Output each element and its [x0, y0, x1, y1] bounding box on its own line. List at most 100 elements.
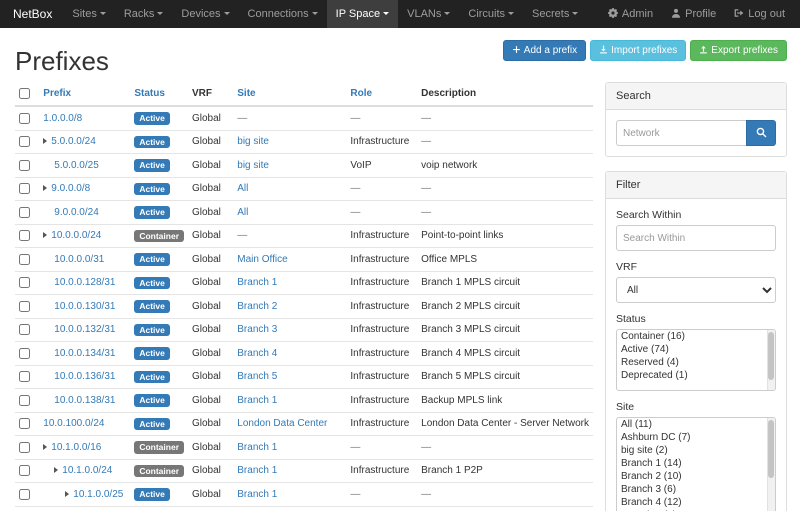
- prefix-link[interactable]: 10.0.0.0/31: [54, 254, 104, 265]
- filter-option[interactable]: All (11): [617, 418, 775, 431]
- site-link[interactable]: London Data Center: [237, 418, 327, 429]
- column-header-role[interactable]: Role: [346, 82, 417, 106]
- prefix-link[interactable]: 10.0.0.132/31: [54, 324, 115, 335]
- search-within-input[interactable]: [616, 225, 776, 251]
- prefix-link[interactable]: 10.0.0.0/24: [51, 230, 101, 241]
- nav-item-secrets[interactable]: Secrets: [523, 0, 587, 28]
- nav-item-connections[interactable]: Connections: [239, 0, 327, 28]
- prefix-link[interactable]: 10.1.0.0/25: [73, 489, 123, 500]
- prefix-link[interactable]: 10.1.0.0/16: [51, 442, 101, 453]
- row-checkbox[interactable]: [19, 183, 30, 194]
- prefix-link[interactable]: 5.0.0.0/24: [51, 136, 95, 147]
- column-header-prefix[interactable]: Prefix: [39, 82, 130, 106]
- prefix-link[interactable]: 10.1.0.0/24: [62, 465, 112, 476]
- nav-item-admin[interactable]: Admin: [599, 0, 662, 28]
- prefix-link[interactable]: 10.0.0.128/31: [54, 277, 115, 288]
- filter-option[interactable]: Branch 1 (14): [617, 457, 775, 470]
- row-checkbox[interactable]: [19, 207, 30, 218]
- site-link[interactable]: Branch 1: [237, 395, 277, 406]
- row-checkbox[interactable]: [19, 136, 30, 147]
- row-checkbox[interactable]: [19, 395, 30, 406]
- site-link[interactable]: Branch 1: [237, 277, 277, 288]
- nav-item-devices[interactable]: Devices: [172, 0, 238, 28]
- vrf-cell: Global: [188, 365, 233, 389]
- status-badge: Active: [134, 324, 170, 337]
- site-link[interactable]: Main Office: [237, 254, 287, 265]
- role-cell: Infrastructure: [346, 130, 417, 154]
- search-button[interactable]: [746, 120, 776, 146]
- row-checkbox[interactable]: [19, 324, 30, 335]
- role-cell: Infrastructure: [346, 365, 417, 389]
- prefix-link[interactable]: 9.0.0.0/8: [51, 183, 90, 194]
- vrf-select[interactable]: All: [616, 277, 776, 303]
- filter-option[interactable]: Container (16): [617, 330, 775, 343]
- filter-option[interactable]: big site (2): [617, 444, 775, 457]
- nav-item-vlans[interactable]: VLANs: [398, 0, 459, 28]
- export-prefixes-button[interactable]: Export prefixes: [690, 40, 787, 61]
- site-link[interactable]: Branch 1: [237, 465, 277, 476]
- row-checkbox[interactable]: [19, 230, 30, 241]
- site-link[interactable]: All: [237, 207, 248, 218]
- vrf-cell: Global: [188, 177, 233, 201]
- filter-option[interactable]: Branch 4 (12): [617, 496, 775, 509]
- row-checkbox[interactable]: [19, 465, 30, 476]
- site-link[interactable]: Branch 2: [237, 301, 277, 312]
- filter-option[interactable]: Branch 3 (6): [617, 483, 775, 496]
- prefix-link[interactable]: 1.0.0.0/8: [43, 113, 82, 124]
- vrf-cell: Global: [188, 342, 233, 366]
- add-a-prefix-button[interactable]: Add a prefix: [503, 40, 586, 61]
- site-link[interactable]: Branch 1: [237, 442, 277, 453]
- nav-item-circuits[interactable]: Circuits: [459, 0, 523, 28]
- filter-panel: Filter Search Within VRF All Status Cont…: [605, 171, 787, 511]
- nav-item-sites[interactable]: Sites: [63, 0, 114, 28]
- site-link[interactable]: big site: [237, 160, 269, 171]
- filter-option[interactable]: Deprecated (1): [617, 369, 775, 382]
- empty-value: —: [350, 183, 360, 194]
- row-checkbox[interactable]: [19, 277, 30, 288]
- vrf-cell: Global: [188, 389, 233, 413]
- import-prefixes-button[interactable]: Import prefixes: [590, 40, 686, 61]
- filter-option[interactable]: Reserved (4): [617, 356, 775, 369]
- filter-option[interactable]: Active (74): [617, 343, 775, 356]
- site-link[interactable]: Branch 5: [237, 371, 277, 382]
- filter-option[interactable]: Branch 2 (10): [617, 470, 775, 483]
- filter-option[interactable]: Ashburn DC (7): [617, 431, 775, 444]
- row-checkbox[interactable]: [19, 489, 30, 500]
- brand-logo[interactable]: NetBox: [0, 0, 63, 28]
- site-link[interactable]: Branch 3: [237, 324, 277, 335]
- row-checkbox[interactable]: [19, 371, 30, 382]
- nav-menu: SitesRacksDevicesConnectionsIP SpaceVLAN…: [63, 0, 587, 28]
- chevron-down-icon: [572, 12, 578, 15]
- status-listbox[interactable]: Container (16)Active (74)Reserved (4)Dep…: [616, 329, 776, 391]
- nav-item-ip-space[interactable]: IP Space: [327, 0, 398, 28]
- prefix-link[interactable]: 10.0.100.0/24: [43, 418, 104, 429]
- prefix-link[interactable]: 9.0.0.0/24: [54, 207, 98, 218]
- site-link[interactable]: Branch 4: [237, 348, 277, 359]
- site-listbox[interactable]: All (11)Ashburn DC (7)big site (2)Branch…: [616, 417, 776, 511]
- row-checkbox[interactable]: [19, 348, 30, 359]
- vrf-cell: Global: [188, 459, 233, 483]
- nav-item-racks[interactable]: Racks: [115, 0, 173, 28]
- scrollbar[interactable]: [767, 330, 775, 390]
- select-all-checkbox[interactable]: [19, 88, 30, 99]
- row-checkbox[interactable]: [19, 160, 30, 171]
- site-link[interactable]: big site: [237, 136, 269, 147]
- row-checkbox[interactable]: [19, 113, 30, 124]
- scrollbar[interactable]: [767, 418, 775, 511]
- prefix-link[interactable]: 5.0.0.0/25: [54, 160, 98, 171]
- site-link[interactable]: Branch 1: [237, 489, 277, 500]
- row-checkbox[interactable]: [19, 418, 30, 429]
- nav-item-log-out[interactable]: Log out: [725, 0, 794, 28]
- prefix-link[interactable]: 10.0.0.134/31: [54, 348, 115, 359]
- site-link[interactable]: All: [237, 183, 248, 194]
- row-checkbox[interactable]: [19, 442, 30, 453]
- prefix-link[interactable]: 10.0.0.138/31: [54, 395, 115, 406]
- nav-item-profile[interactable]: Profile: [662, 0, 725, 28]
- row-checkbox[interactable]: [19, 254, 30, 265]
- column-header-status[interactable]: Status: [130, 82, 188, 106]
- row-checkbox[interactable]: [19, 301, 30, 312]
- prefix-link[interactable]: 10.0.0.130/31: [54, 301, 115, 312]
- prefix-link[interactable]: 10.0.0.136/31: [54, 371, 115, 382]
- search-input[interactable]: [616, 120, 746, 146]
- column-header-site[interactable]: Site: [233, 82, 346, 106]
